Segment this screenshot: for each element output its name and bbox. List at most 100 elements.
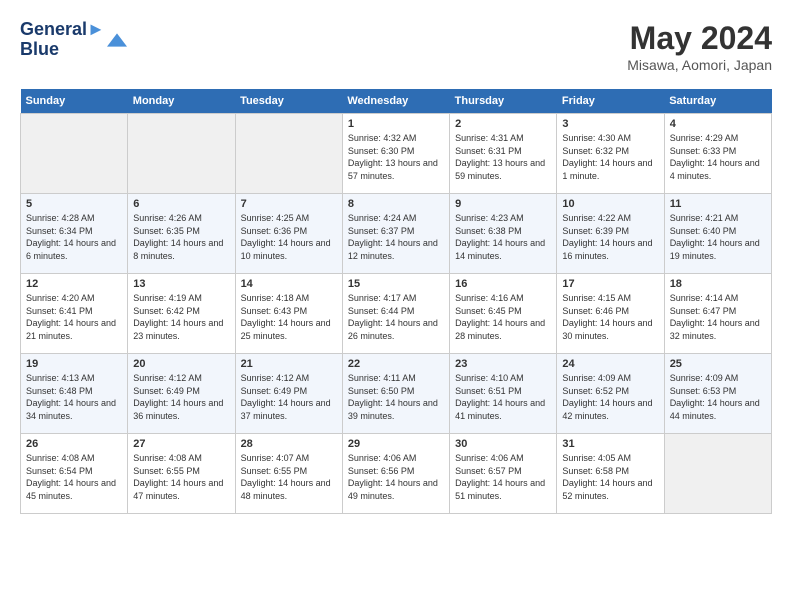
calendar-cell: 27 Sunrise: 4:08 AMSunset: 6:55 PMDayligh… xyxy=(128,434,235,514)
cell-info: Sunrise: 4:09 AMSunset: 6:53 PMDaylight:… xyxy=(670,372,766,422)
cell-info: Sunrise: 4:23 AMSunset: 6:38 PMDaylight:… xyxy=(455,212,551,262)
calendar-cell: 24Sunrise: 4:09 AMSunset: 6:52 PMDayligh… xyxy=(557,354,664,434)
day-number: 22 xyxy=(348,358,444,370)
days-of-week-header: SundayMondayTuesdayWednesdayThursdayFrid… xyxy=(21,89,772,114)
calendar-cell: 22 Sunrise: 4:11 AMSunset: 6:50 PMDayligh… xyxy=(342,354,449,434)
calendar-week-1: 1 Sunrise: 4:32 AMSunset: 6:30 PMDaylight… xyxy=(21,114,772,194)
day-number: 28 xyxy=(241,438,337,450)
dow-friday: Friday xyxy=(557,89,664,114)
calendar-cell xyxy=(128,114,235,194)
calendar-cell: 4 Sunrise: 4:29 AMSunset: 6:33 PMDaylight… xyxy=(664,114,771,194)
logo-text: General►Blue xyxy=(20,20,105,60)
calendar-cell: 20Sunrise: 4:12 AMSunset: 6:49 PMDayligh… xyxy=(128,354,235,434)
title-block: May 2024 Misawa, Aomori, Japan xyxy=(627,20,772,73)
day-number: 30 xyxy=(455,438,551,450)
calendar-cell: 16 Sunrise: 4:16 AMSunset: 6:45 PMDayligh… xyxy=(450,274,557,354)
cell-info: Sunrise: 4:19 AMSunset: 6:42 PMDaylight:… xyxy=(133,292,229,342)
day-number: 13 xyxy=(133,278,229,290)
calendar-cell: 11 Sunrise: 4:21 AMSunset: 6:40 PMDayligh… xyxy=(664,194,771,274)
calendar-cell: 12Sunrise: 4:20 AMSunset: 6:41 PMDayligh… xyxy=(21,274,128,354)
calendar-cell: 8Sunrise: 4:24 AMSunset: 6:37 PMDaylight… xyxy=(342,194,449,274)
cell-info: Sunrise: 4:05 AMSunset: 6:58 PMDaylight:… xyxy=(562,452,658,502)
cell-info: Sunrise: 4:11 AMSunset: 6:50 PMDaylight:… xyxy=(348,372,444,422)
day-number: 18 xyxy=(670,278,766,290)
calendar-cell xyxy=(21,114,128,194)
day-number: 26 xyxy=(26,438,122,450)
month-title: May 2024 xyxy=(627,20,772,57)
cell-info: Sunrise: 4:25 AMSunset: 6:36 PMDaylight:… xyxy=(241,212,337,262)
cell-info: Sunrise: 4:16 AMSunset: 6:45 PMDaylight:… xyxy=(455,292,551,342)
day-number: 29 xyxy=(348,438,444,450)
day-number: 31 xyxy=(562,438,658,450)
calendar-cell: 18Sunrise: 4:14 AMSunset: 6:47 PMDayligh… xyxy=(664,274,771,354)
calendar-cell: 14 Sunrise: 4:18 AMSunset: 6:43 PMDayligh… xyxy=(235,274,342,354)
day-number: 10 xyxy=(562,198,658,210)
calendar-cell: 10 Sunrise: 4:22 AMSunset: 6:39 PMDayligh… xyxy=(557,194,664,274)
calendar-cell: 25 Sunrise: 4:09 AMSunset: 6:53 PMDayligh… xyxy=(664,354,771,434)
cell-info: Sunrise: 4:06 AMSunset: 6:57 PMDaylight:… xyxy=(455,452,551,502)
cell-info: Sunrise: 4:31 AMSunset: 6:31 PMDaylight:… xyxy=(455,132,551,182)
day-number: 16 xyxy=(455,278,551,290)
calendar-table: SundayMondayTuesdayWednesdayThursdayFrid… xyxy=(20,89,772,514)
cell-info: Sunrise: 4:21 AMSunset: 6:40 PMDaylight:… xyxy=(670,212,766,262)
cell-info: Sunrise: 4:18 AMSunset: 6:43 PMDaylight:… xyxy=(241,292,337,342)
cell-info: Sunrise: 4:22 AMSunset: 6:39 PMDaylight:… xyxy=(562,212,658,262)
calendar-cell: 19 Sunrise: 4:13 AMSunset: 6:48 PMDayligh… xyxy=(21,354,128,434)
day-number: 11 xyxy=(670,198,766,210)
calendar-cell: 30 Sunrise: 4:06 AMSunset: 6:57 PMDayligh… xyxy=(450,434,557,514)
cell-info: Sunrise: 4:30 AMSunset: 6:32 PMDaylight:… xyxy=(562,132,658,182)
calendar-cell: 9Sunrise: 4:23 AMSunset: 6:38 PMDaylight… xyxy=(450,194,557,274)
cell-info: Sunrise: 4:12 AMSunset: 6:49 PMDaylight:… xyxy=(241,372,337,422)
calendar-cell: 1 Sunrise: 4:32 AMSunset: 6:30 PMDaylight… xyxy=(342,114,449,194)
cell-info: Sunrise: 4:24 AMSunset: 6:37 PMDaylight:… xyxy=(348,212,444,262)
location: Misawa, Aomori, Japan xyxy=(627,57,772,73)
calendar-cell: 23Sunrise: 4:10 AMSunset: 6:51 PMDayligh… xyxy=(450,354,557,434)
day-number: 20 xyxy=(133,358,229,370)
day-number: 19 xyxy=(26,358,122,370)
cell-info: Sunrise: 4:32 AMSunset: 6:30 PMDaylight:… xyxy=(348,132,444,182)
day-number: 5 xyxy=(26,198,122,210)
day-number: 7 xyxy=(241,198,337,210)
cell-info: Sunrise: 4:09 AMSunset: 6:52 PMDaylight:… xyxy=(562,372,658,422)
cell-info: Sunrise: 4:15 AMSunset: 6:46 PMDaylight:… xyxy=(562,292,658,342)
calendar-cell: 31 Sunrise: 4:05 AMSunset: 6:58 PMDayligh… xyxy=(557,434,664,514)
logo: General►Blue xyxy=(20,20,127,60)
calendar-cell: 13 Sunrise: 4:19 AMSunset: 6:42 PMDayligh… xyxy=(128,274,235,354)
logo-icon xyxy=(107,30,127,50)
page-header: General►Blue May 2024 Misawa, Aomori, Ja… xyxy=(20,20,772,73)
dow-sunday: Sunday xyxy=(21,89,128,114)
calendar-week-3: 12Sunrise: 4:20 AMSunset: 6:41 PMDayligh… xyxy=(21,274,772,354)
cell-info: Sunrise: 4:28 AMSunset: 6:34 PMDaylight:… xyxy=(26,212,122,262)
dow-monday: Monday xyxy=(128,89,235,114)
calendar-body: 1 Sunrise: 4:32 AMSunset: 6:30 PMDaylight… xyxy=(21,114,772,514)
calendar-week-5: 26 Sunrise: 4:08 AMSunset: 6:54 PMDayligh… xyxy=(21,434,772,514)
calendar-cell: 3Sunrise: 4:30 AMSunset: 6:32 PMDaylight… xyxy=(557,114,664,194)
dow-tuesday: Tuesday xyxy=(235,89,342,114)
day-number: 27 xyxy=(133,438,229,450)
cell-info: Sunrise: 4:29 AMSunset: 6:33 PMDaylight:… xyxy=(670,132,766,182)
calendar-cell: 7 Sunrise: 4:25 AMSunset: 6:36 PMDaylight… xyxy=(235,194,342,274)
day-number: 14 xyxy=(241,278,337,290)
calendar-cell: 15 Sunrise: 4:17 AMSunset: 6:44 PMDayligh… xyxy=(342,274,449,354)
cell-info: Sunrise: 4:08 AMSunset: 6:54 PMDaylight:… xyxy=(26,452,122,502)
cell-info: Sunrise: 4:13 AMSunset: 6:48 PMDaylight:… xyxy=(26,372,122,422)
calendar-cell: 28Sunrise: 4:07 AMSunset: 6:55 PMDayligh… xyxy=(235,434,342,514)
dow-wednesday: Wednesday xyxy=(342,89,449,114)
calendar-cell xyxy=(664,434,771,514)
cell-info: Sunrise: 4:17 AMSunset: 6:44 PMDaylight:… xyxy=(348,292,444,342)
calendar-cell: 17 Sunrise: 4:15 AMSunset: 6:46 PMDayligh… xyxy=(557,274,664,354)
calendar-cell xyxy=(235,114,342,194)
day-number: 6 xyxy=(133,198,229,210)
day-number: 1 xyxy=(348,118,444,130)
day-number: 4 xyxy=(670,118,766,130)
day-number: 17 xyxy=(562,278,658,290)
day-number: 25 xyxy=(670,358,766,370)
calendar-cell: 5 Sunrise: 4:28 AMSunset: 6:34 PMDaylight… xyxy=(21,194,128,274)
cell-info: Sunrise: 4:10 AMSunset: 6:51 PMDaylight:… xyxy=(455,372,551,422)
cell-info: Sunrise: 4:06 AMSunset: 6:56 PMDaylight:… xyxy=(348,452,444,502)
calendar-week-2: 5 Sunrise: 4:28 AMSunset: 6:34 PMDaylight… xyxy=(21,194,772,274)
day-number: 21 xyxy=(241,358,337,370)
cell-info: Sunrise: 4:08 AMSunset: 6:55 PMDaylight:… xyxy=(133,452,229,502)
day-number: 12 xyxy=(26,278,122,290)
day-number: 15 xyxy=(348,278,444,290)
